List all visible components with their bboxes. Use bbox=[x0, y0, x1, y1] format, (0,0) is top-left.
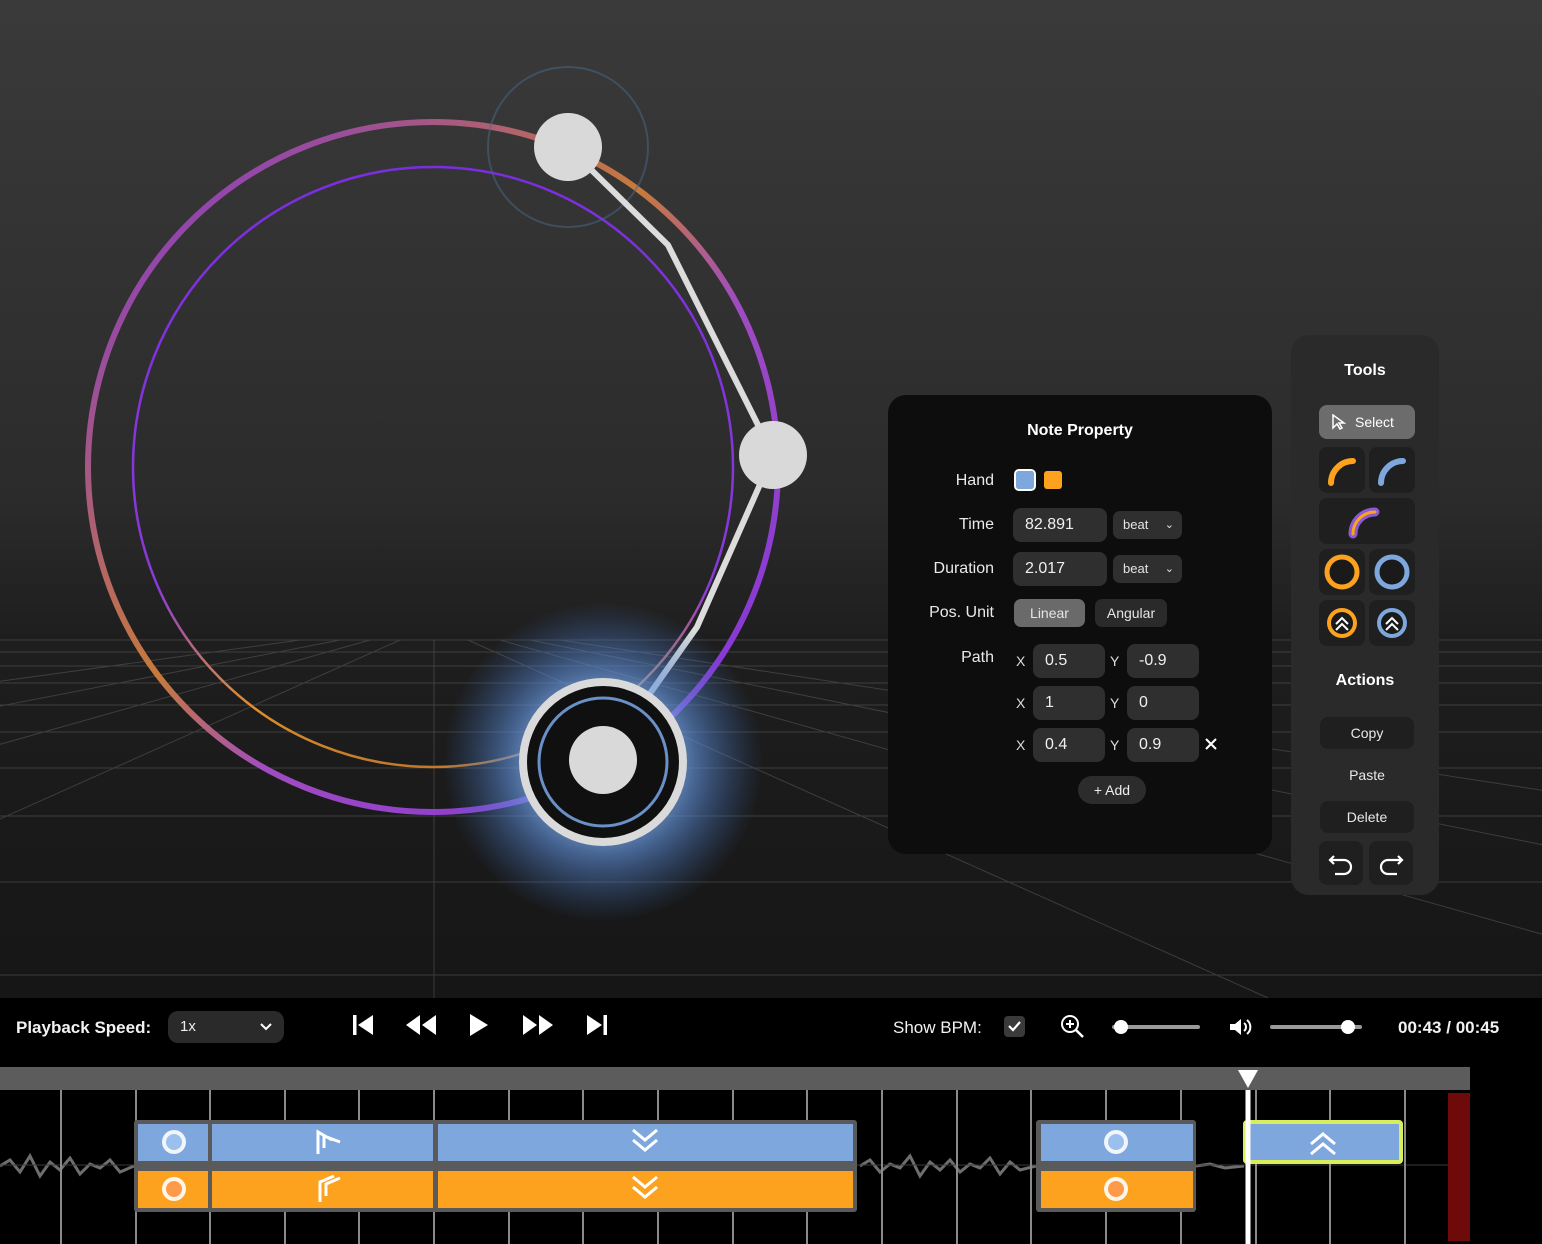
volume-slider-handle[interactable] bbox=[1341, 1020, 1356, 1034]
tap-icon bbox=[1104, 1177, 1128, 1201]
zoom-in-icon[interactable] bbox=[1060, 1014, 1086, 1040]
path-point-2-x[interactable]: 1 bbox=[1033, 686, 1105, 720]
pos-unit-linear-button[interactable]: Linear bbox=[1014, 599, 1085, 627]
path-y-label: Y bbox=[1110, 695, 1120, 711]
redo-button[interactable] bbox=[1369, 841, 1413, 885]
tools-panel: Tools Select Actions Copy Paste Delete bbox=[1291, 335, 1439, 895]
arc-both-icon bbox=[1348, 507, 1380, 539]
zoom-slider-handle[interactable] bbox=[1113, 1020, 1128, 1034]
flick-right-tool[interactable] bbox=[1319, 600, 1365, 646]
current-time: 00:43 bbox=[1398, 1018, 1442, 1037]
hand-right-swatch[interactable] bbox=[1044, 471, 1062, 489]
time-input[interactable]: 82.891 bbox=[1013, 508, 1107, 542]
circle-left-tool[interactable] bbox=[1369, 549, 1415, 595]
skip-to-start-icon[interactable] bbox=[351, 1012, 375, 1038]
tap-icon bbox=[162, 1130, 186, 1154]
arc-blue-icon bbox=[1378, 458, 1406, 486]
path-x-label: X bbox=[1016, 653, 1026, 669]
select-tool-label: Select bbox=[1355, 414, 1394, 430]
arc-left-tool[interactable] bbox=[1369, 447, 1415, 493]
time-display: 00:43 / 00:45 bbox=[1398, 1018, 1499, 1038]
time-label: Time bbox=[959, 516, 994, 533]
duration-input[interactable]: 2.017 bbox=[1013, 552, 1107, 586]
playback-control-bar: Playback Speed: 1x Show BPM: 00:43 / 00:… bbox=[0, 998, 1542, 1066]
tap-icon bbox=[162, 1177, 186, 1201]
chevron-down-icon: ⌄ bbox=[1164, 519, 1174, 531]
arc-right-tool[interactable] bbox=[1319, 447, 1365, 493]
flick-up-orange-icon bbox=[1327, 608, 1357, 638]
duration-unit-value: beat bbox=[1123, 561, 1149, 576]
add-path-point-button[interactable]: + Add bbox=[1078, 776, 1146, 804]
rewind-icon[interactable] bbox=[404, 1012, 438, 1038]
volume-icon[interactable] bbox=[1228, 1016, 1254, 1038]
close-icon[interactable] bbox=[1204, 737, 1218, 751]
playback-speed-label: Playback Speed: bbox=[16, 1018, 152, 1037]
circle-right-tool[interactable] bbox=[1319, 549, 1365, 595]
path-y-label: Y bbox=[1110, 737, 1120, 753]
circle-blue-icon bbox=[1374, 554, 1410, 590]
arc-orange-icon bbox=[1328, 458, 1356, 486]
path-point-3-x[interactable]: 0.4 bbox=[1033, 728, 1105, 762]
panel-title: Note Property bbox=[1027, 422, 1133, 439]
redo-icon bbox=[1379, 855, 1404, 876]
timeline-note-selected[interactable] bbox=[1243, 1120, 1403, 1164]
copy-button[interactable]: Copy bbox=[1320, 717, 1414, 749]
path-label: Path bbox=[961, 649, 994, 666]
path-point-2-y[interactable]: 0 bbox=[1127, 686, 1199, 720]
hand-label: Hand bbox=[955, 472, 994, 489]
time-unit-value: beat bbox=[1123, 517, 1149, 532]
duration-label: Duration bbox=[933, 560, 994, 577]
show-bpm-label: Show BPM: bbox=[893, 1018, 982, 1037]
skip-to-end-icon[interactable] bbox=[585, 1012, 609, 1038]
show-bpm-checkbox[interactable] bbox=[1003, 1015, 1026, 1038]
time-separator: / bbox=[1446, 1018, 1451, 1037]
select-tool-button[interactable]: Select bbox=[1319, 405, 1415, 439]
delete-button[interactable]: Delete bbox=[1320, 801, 1414, 833]
path-node-1[interactable] bbox=[534, 113, 602, 181]
timeline-track[interactable] bbox=[0, 1090, 1542, 1244]
pos-unit-angular-button[interactable]: Angular bbox=[1095, 599, 1167, 627]
path-node-2[interactable] bbox=[739, 421, 807, 489]
circle-orange-icon bbox=[1324, 554, 1360, 590]
path-point-1-y[interactable]: -0.9 bbox=[1127, 644, 1199, 678]
paste-button[interactable]: Paste bbox=[1320, 759, 1414, 791]
arc-both-tool[interactable] bbox=[1319, 498, 1415, 544]
path-point-1-x[interactable]: 0.5 bbox=[1033, 644, 1105, 678]
actions-title: Actions bbox=[1335, 672, 1395, 689]
playback-speed-value: 1x bbox=[180, 1018, 196, 1035]
total-time: 00:45 bbox=[1455, 1018, 1500, 1037]
play-icon[interactable] bbox=[468, 1012, 490, 1038]
flick-left-tool[interactable] bbox=[1369, 600, 1415, 646]
path-point-3-y[interactable]: 0.9 bbox=[1127, 728, 1199, 762]
timeline[interactable] bbox=[0, 1066, 1542, 1244]
timeline-note-orange[interactable] bbox=[438, 1171, 853, 1208]
editor-viewport[interactable]: Note Property Hand Time 82.891 beat ⌄ Dur… bbox=[0, 0, 1542, 998]
undo-button[interactable] bbox=[1319, 841, 1363, 885]
path-x-label: X bbox=[1016, 695, 1026, 711]
chevron-down-icon: ⌄ bbox=[1164, 563, 1174, 575]
tools-title: Tools bbox=[1344, 362, 1386, 379]
path-x-label: X bbox=[1016, 737, 1026, 753]
path-node-3[interactable] bbox=[569, 726, 637, 794]
duration-unit-select[interactable]: beat ⌄ bbox=[1113, 555, 1182, 583]
cursor-icon bbox=[1332, 414, 1346, 430]
tap-icon bbox=[1104, 1130, 1128, 1154]
chevron-down-icon bbox=[260, 1023, 272, 1031]
pos-unit-label: Pos. Unit bbox=[929, 604, 994, 621]
timeline-note-orange[interactable] bbox=[212, 1171, 433, 1208]
playback-speed-select[interactable]: 1x bbox=[168, 1011, 284, 1043]
fast-forward-icon[interactable] bbox=[521, 1012, 555, 1038]
undo-icon bbox=[1328, 855, 1353, 876]
end-marker bbox=[1448, 1093, 1470, 1241]
flick-up-blue-icon bbox=[1377, 608, 1407, 638]
note-property-panel: Note Property Hand Time 82.891 beat ⌄ Dur… bbox=[888, 395, 1272, 854]
path-y-label: Y bbox=[1110, 653, 1120, 669]
time-unit-select[interactable]: beat ⌄ bbox=[1113, 511, 1182, 539]
playhead-handle[interactable] bbox=[1236, 1068, 1260, 1090]
timeline-note-blue[interactable] bbox=[438, 1124, 853, 1161]
hand-left-swatch[interactable] bbox=[1014, 469, 1036, 491]
